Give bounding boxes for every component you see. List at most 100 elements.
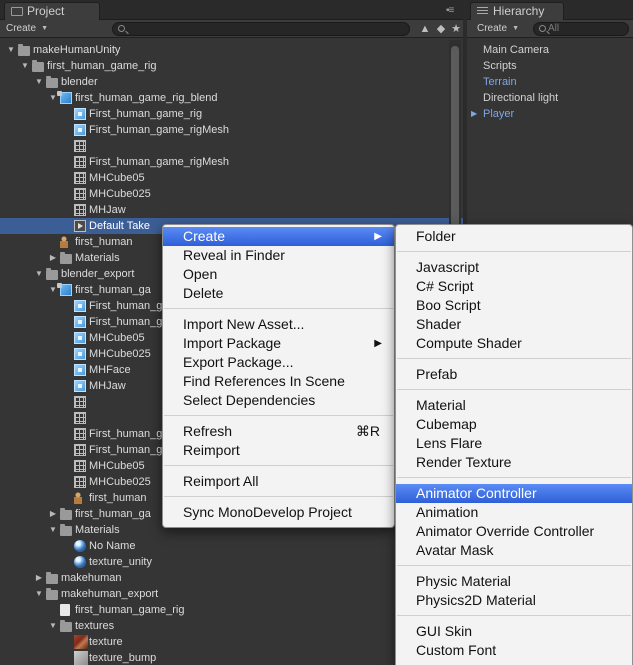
asset-row[interactable] — [0, 138, 463, 154]
context-menu-item-import-new-asset[interactable]: Import New Asset... — [163, 315, 394, 334]
project-tabstrip: Project ▪≡ — [0, 0, 463, 20]
hierarchy-item[interactable]: Main Camera — [483, 42, 549, 58]
hierarchy-item[interactable]: Directional light — [483, 90, 558, 106]
expand-arrow-icon[interactable]: ▼ — [20, 58, 30, 74]
hierarchy-item[interactable]: Terrain — [483, 74, 517, 90]
create-submenu-item-compute-shader[interactable]: Compute Shader — [396, 334, 632, 353]
context-menu-item-create[interactable]: Create ▶ — [163, 227, 394, 246]
asset-row[interactable]: No Name — [0, 538, 463, 554]
hierarchy-tabstrip: Hierarchy — [467, 0, 633, 20]
create-submenu-item-cubemap[interactable]: Cubemap — [396, 415, 632, 434]
menu-item-label: Animator Override Controller — [416, 523, 595, 539]
create-submenu-item-physic-material[interactable]: Physic Material — [396, 572, 632, 591]
bone-icon — [74, 204, 86, 216]
project-create-button[interactable]: Create ▼ — [6, 22, 48, 36]
menu-separator — [397, 251, 631, 252]
asset-row[interactable]: texture_bump — [0, 650, 463, 665]
create-submenu-item-boo-script[interactable]: Boo Script — [396, 296, 632, 315]
context-menu-item-sync-monodevelop-project[interactable]: Sync MonoDevelop Project — [163, 503, 394, 522]
project-toolbar: Create ▼ ▲ ◆ ★ — [0, 20, 463, 38]
create-submenu-item-lens-flare[interactable]: Lens Flare — [396, 434, 632, 453]
create-submenu-item-javascript[interactable]: Javascript — [396, 258, 632, 277]
tree-item-label: makehuman_export — [61, 588, 159, 600]
tree-item-label: MHCube05 — [89, 172, 145, 184]
create-submenu-item-custom-font[interactable]: Custom Font — [396, 641, 632, 660]
search-icon — [539, 25, 546, 32]
hierarchy-create-button[interactable]: Create ▼ — [477, 22, 519, 36]
context-menu-item-reimport[interactable]: Reimport — [163, 441, 394, 460]
tab-hierarchy[interactable]: Hierarchy — [470, 2, 564, 20]
create-submenu-item-animation[interactable]: Animation — [396, 503, 632, 522]
asset-row[interactable]: MHCube05 — [0, 170, 463, 186]
collapsed-arrow-icon[interactable]: ▶ — [48, 506, 58, 522]
menu-item-label: Create — [183, 228, 226, 244]
collapsed-arrow-icon[interactable]: ▶ — [34, 570, 44, 586]
asset-row[interactable]: ▼ first_human_game_rig_blend — [0, 90, 463, 106]
asset-row[interactable]: First_human_game_rig — [0, 106, 463, 122]
menu-item-label: Boo Script — [416, 297, 481, 313]
create-submenu-item-animator-override-controller[interactable]: Animator Override Controller — [396, 522, 632, 541]
create-submenu-item-material[interactable]: Material — [396, 396, 632, 415]
context-menu-item-select-dependencies[interactable]: Select Dependencies — [163, 391, 394, 410]
context-menu-item-reimport-all[interactable]: Reimport All — [163, 472, 394, 491]
favorites-star-icon[interactable]: ★ — [450, 23, 462, 35]
create-submenu-item-avatar-mask[interactable]: Avatar Mask — [396, 541, 632, 560]
create-submenu-item-physics2d-material[interactable]: Physics2D Material — [396, 591, 632, 610]
context-menu-item-export-package[interactable]: Export Package... — [163, 353, 394, 372]
asset-row[interactable]: texture — [0, 634, 463, 650]
context-menu-item-open[interactable]: Open — [163, 265, 394, 284]
menu-item-label: Cubemap — [416, 416, 477, 432]
asset-row[interactable]: First_human_game_rigMesh — [0, 154, 463, 170]
scrollbar-thumb[interactable] — [451, 46, 459, 236]
chevron-down-icon: ▼ — [512, 25, 520, 32]
project-search-input[interactable] — [112, 22, 410, 36]
asset-row[interactable]: MHCube025 — [0, 186, 463, 202]
create-submenu-item-c-script[interactable]: C# Script — [396, 277, 632, 296]
folder-row[interactable]: ▼ first_human_game_rig — [0, 58, 463, 74]
tab-project[interactable]: Project — [4, 2, 100, 20]
hierarchy-item[interactable]: Scripts — [483, 58, 517, 74]
expand-arrow-icon[interactable]: ▼ — [34, 586, 44, 602]
create-submenu-item-shader[interactable]: Shader — [396, 315, 632, 334]
context-menu-item-delete[interactable]: Delete — [163, 284, 394, 303]
model-icon — [57, 283, 72, 296]
filter-by-label-icon[interactable]: ◆ — [435, 23, 447, 35]
asset-row[interactable]: texture_unity — [0, 554, 463, 570]
asset-row[interactable]: first_human_game_rig — [0, 602, 463, 618]
expand-arrow-icon[interactable]: ▼ — [34, 266, 44, 282]
collapsed-arrow-icon[interactable]: ▶ — [48, 250, 58, 266]
expand-arrow-icon[interactable]: ▼ — [34, 74, 44, 90]
menu-item-label: Select Dependencies — [183, 392, 316, 408]
filter-by-type-icon[interactable]: ▲ — [419, 23, 431, 35]
tab-hierarchy-label: Hierarchy — [493, 4, 545, 18]
folder-row[interactable]: ▶ makehuman — [0, 570, 463, 586]
context-menu-item-reveal-in-finder[interactable]: Reveal in Finder — [163, 246, 394, 265]
folder-row[interactable]: ▼ makehuman_export — [0, 586, 463, 602]
context-menu-item-refresh[interactable]: Refresh ⌘R — [163, 422, 394, 441]
menu-item-label: Reveal in Finder — [183, 247, 285, 263]
expand-arrow-icon[interactable]: ▼ — [6, 42, 16, 58]
bone-icon — [74, 444, 86, 456]
hierarchy-item[interactable]: Player — [483, 106, 514, 122]
folder-row[interactable]: ▼ makeHumanUnity — [0, 42, 463, 58]
expand-arrow-icon[interactable]: ▼ — [48, 522, 58, 538]
create-submenu-item-prefab[interactable]: Prefab — [396, 365, 632, 384]
hierarchy-search-input[interactable]: All — [533, 22, 629, 36]
context-menu-item-find-references-in-scene[interactable]: Find References In Scene — [163, 372, 394, 391]
create-submenu-item-render-texture[interactable]: Render Texture — [396, 453, 632, 472]
expand-arrow-icon[interactable]: ▼ — [48, 618, 58, 634]
menu-item-label: Refresh — [183, 423, 233, 439]
folder-icon — [32, 60, 44, 72]
folder-row[interactable]: ▼ blender — [0, 74, 463, 90]
menu-item-label: Animator Controller — [416, 485, 537, 501]
asset-row[interactable]: MHJaw — [0, 202, 463, 218]
create-submenu-item-folder[interactable]: Folder — [396, 227, 632, 246]
folder-row[interactable]: ▼ textures — [0, 618, 463, 634]
asset-row[interactable]: First_human_game_rigMesh — [0, 122, 463, 138]
tree-item-label: First_human_ga — [89, 300, 169, 312]
create-submenu-item-animator-controller[interactable]: Animator Controller — [396, 484, 632, 503]
context-menu-item-import-package[interactable]: Import Package ▶ — [163, 334, 394, 353]
collapsed-arrow-icon[interactable]: ▶ — [471, 106, 477, 122]
panel-menu-icon[interactable]: ▪≡ — [446, 5, 454, 16]
create-submenu-item-gui-skin[interactable]: GUI Skin — [396, 622, 632, 641]
